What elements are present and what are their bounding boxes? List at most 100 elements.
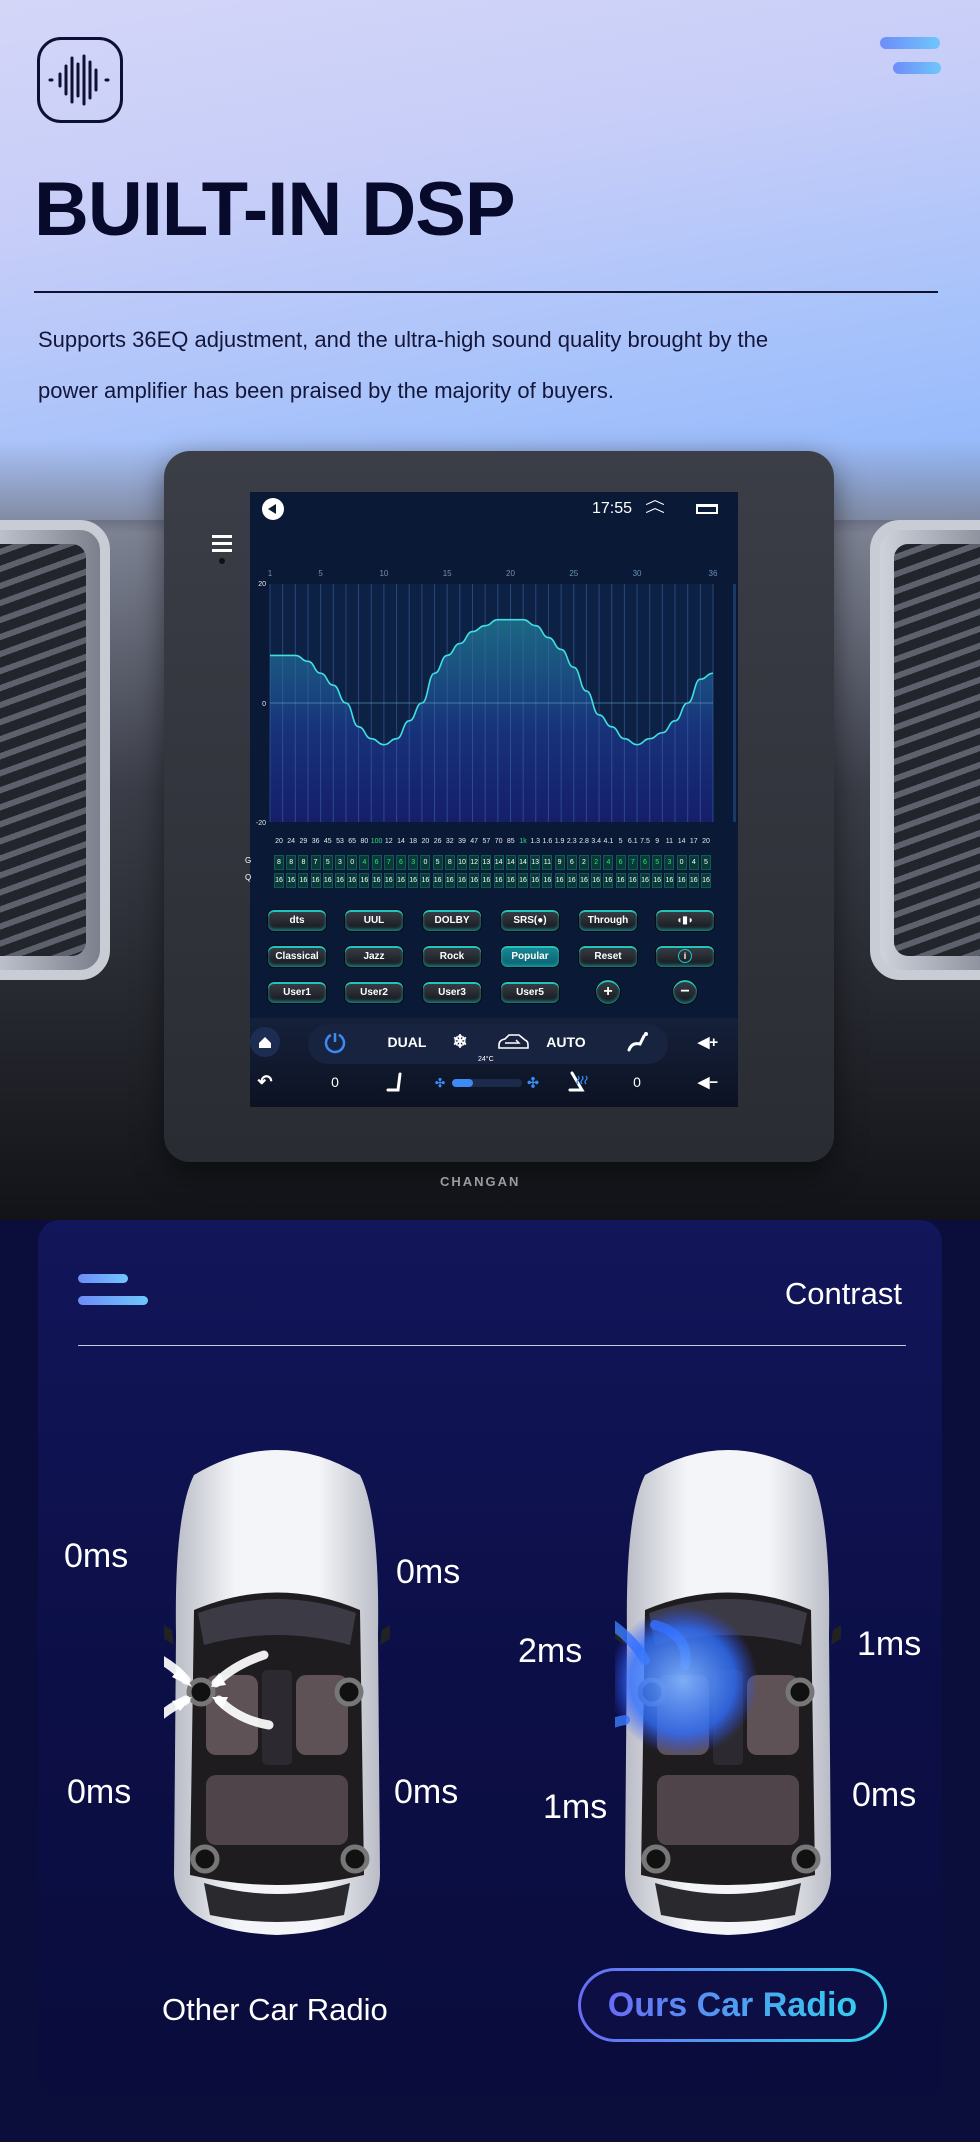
fan-speed-slider[interactable] [452, 1079, 522, 1087]
q-value-box[interactable]: 16 [566, 873, 577, 888]
return-icon[interactable]: ↶ [257, 1072, 272, 1093]
preset-button-jazz[interactable]: Jazz [344, 944, 404, 968]
frequency-label[interactable]: 20 [699, 838, 713, 845]
q-value-box[interactable]: 16 [310, 873, 321, 888]
gain-value-box[interactable]: 7 [627, 855, 638, 870]
preset-button-reset[interactable]: Reset [578, 944, 638, 968]
gain-value-box[interactable]: 8 [444, 855, 455, 870]
q-value-box[interactable]: 16 [481, 873, 492, 888]
user-button-user1[interactable]: User1 [267, 980, 327, 1004]
q-value-box[interactable]: 16 [274, 873, 284, 888]
q-value-box[interactable]: 16 [676, 873, 687, 888]
gain-value-box[interactable]: 0 [347, 855, 358, 870]
gain-value-box[interactable]: 4 [359, 855, 370, 870]
user-button-user5[interactable]: User5 [500, 980, 560, 1004]
q-value-box[interactable]: 16 [347, 873, 358, 888]
gain-value-box[interactable]: 0 [420, 855, 431, 870]
q-value-box[interactable]: 16 [518, 873, 528, 888]
speaker-balance-button[interactable]: ◖▮◗ [655, 908, 715, 932]
volume-down-icon[interactable]: ◀− [698, 1073, 718, 1091]
gain-value-box[interactable]: 4 [603, 855, 614, 870]
eq-curve-chart[interactable]: 1 5 10 15 20 25 30 36200-20 [250, 560, 738, 835]
gain-value-box[interactable]: 3 [664, 855, 675, 870]
q-value-box[interactable]: 16 [701, 873, 711, 888]
fan-low-icon[interactable]: ✣ [435, 1076, 445, 1090]
gain-value-box[interactable]: 11 [542, 855, 553, 870]
gain-value-box[interactable]: 14 [493, 855, 504, 870]
gain-value-box[interactable]: 7 [310, 855, 321, 870]
gain-value-box[interactable]: 8 [274, 855, 284, 870]
volume-up-icon[interactable]: ◀+ [698, 1033, 718, 1051]
q-value-box[interactable]: 16 [664, 873, 675, 888]
q-value-box[interactable]: 16 [408, 873, 419, 888]
info-button[interactable]: i [655, 944, 715, 968]
gain-value-box[interactable]: 8 [286, 855, 297, 870]
gain-value-box[interactable]: 13 [530, 855, 541, 870]
recent-apps-icon[interactable] [696, 504, 718, 514]
hamburger-menu-icon[interactable] [880, 37, 941, 74]
gain-value-box[interactable]: 6 [615, 855, 626, 870]
gain-value-box[interactable]: 6 [566, 855, 577, 870]
gain-value-box[interactable]: 5 [432, 855, 443, 870]
back-icon[interactable] [262, 498, 284, 520]
gain-value-box[interactable]: 4 [688, 855, 699, 870]
effect-button-uul[interactable]: UUL [344, 908, 404, 932]
preset-button-popular[interactable]: Popular [500, 944, 560, 968]
seat-airflow-icon[interactable] [626, 1030, 650, 1059]
q-value-box[interactable]: 16 [615, 873, 626, 888]
q-value-box[interactable]: 16 [579, 873, 589, 888]
gain-value-box[interactable]: 2 [579, 855, 589, 870]
q-value-box[interactable]: 16 [505, 873, 516, 888]
effect-button-dts[interactable]: dts [267, 908, 327, 932]
q-value-box[interactable]: 16 [627, 873, 638, 888]
gain-value-box[interactable]: 12 [469, 855, 480, 870]
q-value-box[interactable]: 16 [640, 873, 650, 888]
fan-high-icon[interactable]: ✣ [527, 1075, 539, 1092]
gain-value-box[interactable]: 7 [383, 855, 394, 870]
gain-value-box[interactable]: 3 [335, 855, 345, 870]
gain-value-box[interactable]: 5 [322, 855, 333, 870]
q-value-box[interactable]: 16 [652, 873, 663, 888]
gain-value-box[interactable]: 0 [676, 855, 687, 870]
user-button-[interactable]: − [672, 979, 698, 1005]
q-value-box[interactable]: 16 [420, 873, 431, 888]
q-value-box[interactable]: 16 [335, 873, 345, 888]
gain-value-box[interactable]: 10 [457, 855, 467, 870]
gain-value-box[interactable]: 13 [481, 855, 492, 870]
gain-value-box[interactable]: 3 [408, 855, 419, 870]
user-button-[interactable]: + [595, 979, 621, 1005]
q-value-box[interactable]: 16 [286, 873, 297, 888]
q-value-box[interactable]: 16 [530, 873, 541, 888]
auto-button[interactable]: AUTO [546, 1034, 585, 1050]
dual-button[interactable]: DUAL [388, 1034, 427, 1050]
gain-value-box[interactable]: 6 [371, 855, 382, 870]
preset-button-classical[interactable]: Classical [267, 944, 327, 968]
recirculation-car-icon[interactable] [497, 1033, 529, 1056]
gain-value-box[interactable]: 14 [518, 855, 528, 870]
home-button[interactable] [250, 1027, 280, 1057]
q-value-box[interactable]: 16 [457, 873, 467, 888]
preset-button-rock[interactable]: Rock [422, 944, 482, 968]
effect-button-dolby[interactable]: DOLBY [422, 908, 482, 932]
gain-value-box[interactable]: 6 [640, 855, 650, 870]
gain-value-box[interactable]: 14 [505, 855, 516, 870]
seat-icon[interactable] [385, 1071, 405, 1098]
q-value-box[interactable]: 16 [298, 873, 309, 888]
q-value-box[interactable]: 16 [554, 873, 565, 888]
seat-heat-icon[interactable] [567, 1070, 589, 1099]
q-value-box[interactable]: 16 [469, 873, 480, 888]
gain-value-box[interactable]: 5 [652, 855, 663, 870]
user-button-user2[interactable]: User2 [344, 980, 404, 1004]
effect-button-through[interactable]: Through [578, 908, 638, 932]
q-value-box[interactable]: 16 [371, 873, 382, 888]
q-value-box[interactable]: 16 [603, 873, 614, 888]
bezel-menu-icon[interactable] [212, 535, 232, 564]
effect-button-srs[interactable]: SRS(●) [500, 908, 560, 932]
gain-value-box[interactable]: 8 [298, 855, 309, 870]
chevron-up-double-icon[interactable]: ︿ ︿ [645, 492, 665, 514]
q-value-box[interactable]: 16 [322, 873, 333, 888]
gain-value-box[interactable]: 5 [701, 855, 711, 870]
gain-value-box[interactable]: 9 [554, 855, 565, 870]
power-icon[interactable] [322, 1030, 348, 1061]
q-value-box[interactable]: 16 [444, 873, 455, 888]
